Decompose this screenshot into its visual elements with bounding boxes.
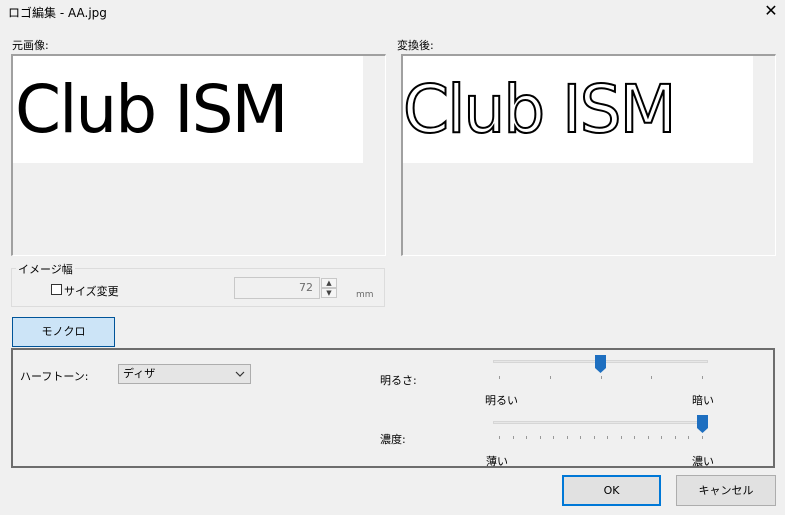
- brightness-tick: [550, 376, 551, 379]
- density-tick: [675, 436, 676, 439]
- density-tick: [607, 436, 608, 439]
- window-title: ロゴ編集 - AA.jpg: [8, 6, 107, 20]
- brightness-tick: [601, 376, 602, 379]
- ok-button[interactable]: OK: [562, 475, 661, 506]
- density-tick: [526, 436, 527, 439]
- density-tick: [688, 436, 689, 439]
- original-label: 元画像:: [12, 39, 49, 52]
- density-tick: [634, 436, 635, 439]
- width-value-input[interactable]: 72: [234, 277, 320, 299]
- density-tick: [499, 436, 500, 439]
- halftone-select-value: ディザ: [123, 367, 156, 380]
- density-tick: [648, 436, 649, 439]
- brightness-tick: [651, 376, 652, 379]
- density-tick: [540, 436, 541, 439]
- original-logo-image: Club ISM: [13, 56, 363, 163]
- spin-up-button[interactable]: ▲: [321, 278, 337, 288]
- converted-logo-text: Club ISM: [403, 70, 677, 149]
- brightness-tick: [702, 376, 703, 379]
- density-min-label: 薄い: [486, 455, 508, 468]
- width-unit-label: mm: [356, 290, 374, 300]
- density-slider-thumb-icon[interactable]: [697, 415, 708, 433]
- density-max-label: 濃い: [692, 455, 714, 468]
- brightness-max-label: 暗い: [692, 394, 714, 407]
- converted-logo-image: Club ISM: [403, 56, 753, 163]
- chevron-down-icon: [235, 371, 245, 377]
- brightness-label: 明るさ:: [380, 374, 417, 387]
- density-tick: [702, 436, 703, 439]
- density-slider-track[interactable]: [493, 421, 708, 424]
- brightness-tick: [499, 376, 500, 379]
- density-tick: [661, 436, 662, 439]
- halftone-label: ハーフトーン:: [20, 370, 89, 383]
- brightness-min-label: 明るい: [485, 394, 518, 407]
- resize-checkbox-label[interactable]: サイズ変更: [64, 283, 119, 299]
- density-tick: [513, 436, 514, 439]
- density-tick: [580, 436, 581, 439]
- image-width-group-label: イメージ幅: [16, 261, 75, 277]
- density-tick: [621, 436, 622, 439]
- converted-preview-panel: Club ISM: [401, 54, 776, 256]
- close-icon[interactable]: ✕: [762, 2, 780, 20]
- density-tick: [594, 436, 595, 439]
- spin-down-button[interactable]: ▼: [321, 288, 337, 298]
- halftone-select[interactable]: ディザ: [118, 364, 251, 384]
- resize-checkbox[interactable]: [51, 284, 62, 295]
- cancel-button[interactable]: キャンセル: [676, 475, 776, 506]
- converted-label: 変換後:: [397, 39, 434, 52]
- density-tick: [553, 436, 554, 439]
- original-preview-panel: Club ISM: [11, 54, 386, 256]
- original-logo-text: Club ISM: [15, 71, 288, 148]
- brightness-slider-thumb-icon[interactable]: [595, 355, 606, 373]
- monochrome-button[interactable]: モノクロ: [12, 317, 115, 347]
- density-tick: [567, 436, 568, 439]
- density-label: 濃度:: [380, 433, 406, 446]
